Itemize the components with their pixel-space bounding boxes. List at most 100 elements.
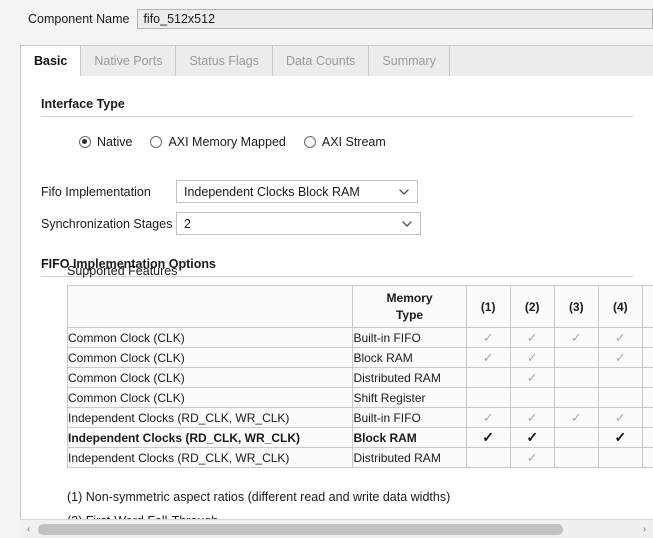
cell-memory-type: Block RAM bbox=[353, 428, 466, 448]
cell-memory-type: Block RAM bbox=[353, 348, 466, 368]
footnote-1: (1) Non-symmetric aspect ratios (differe… bbox=[67, 490, 450, 504]
check-icon: ✓ bbox=[571, 410, 582, 425]
tab-summary[interactable]: Summary bbox=[369, 46, 449, 76]
cell-support-2: ✓ bbox=[510, 348, 554, 368]
radio-axi-stream-icon bbox=[304, 136, 316, 148]
col-header-4: (4) bbox=[598, 286, 642, 328]
cell-feature: Independent Clocks (RD_CLK, WR_CLK) bbox=[68, 428, 353, 448]
radio-native-label: Native bbox=[97, 135, 132, 149]
cfg-dialog-root: Component Name fifo_512x512 Basic Native… bbox=[0, 0, 653, 538]
radio-axi-stream-label: AXI Stream bbox=[322, 135, 386, 149]
component-name-label: Component Name bbox=[28, 12, 129, 26]
cell-support-4 bbox=[598, 388, 642, 408]
horizontal-scrollbar[interactable]: ‹ › bbox=[20, 519, 653, 538]
cell-support-3 bbox=[554, 428, 598, 448]
check-icon: ✓ bbox=[527, 410, 538, 425]
basic-tab-panel: Interface Type Native AXI Memory Mapped … bbox=[20, 76, 653, 519]
scrollbar-thumb[interactable] bbox=[38, 524, 563, 535]
chevron-down-icon bbox=[399, 187, 408, 196]
table-row: Common Clock (CLK)Built-in FIFO✓✓✓✓✓ bbox=[68, 328, 653, 348]
component-name-bar: Component Name fifo_512x512 bbox=[0, 0, 653, 38]
tab-data-counts[interactable]: Data Counts bbox=[273, 46, 369, 76]
check-icon: ✓ bbox=[483, 330, 494, 345]
cell-support-1: ✓ bbox=[466, 428, 510, 448]
check-icon: ✓ bbox=[615, 350, 626, 365]
synchronization-stages-row: Synchronization Stages 2 bbox=[41, 212, 421, 235]
tab-status-flags[interactable]: Status Flags bbox=[176, 46, 272, 76]
check-icon: ✓ bbox=[482, 429, 494, 445]
table-row: Independent Clocks (RD_CLK, WR_CLK)Built… bbox=[68, 408, 653, 428]
component-name-input[interactable]: fifo_512x512 bbox=[137, 9, 653, 29]
col-header-feature bbox=[68, 286, 353, 328]
cell-support-1: ✓ bbox=[466, 348, 510, 368]
col-header-memory-type-line1: Memory bbox=[353, 290, 465, 306]
cell-support-3: ✓ bbox=[554, 408, 598, 428]
col-header-3: (3) bbox=[554, 286, 598, 328]
cell-support-2: ✓ bbox=[510, 328, 554, 348]
cell-support-5: ✓ bbox=[642, 428, 653, 448]
cell-support-2: ✓ bbox=[510, 368, 554, 388]
cell-support-4: ✓ bbox=[598, 328, 642, 348]
cell-feature: Independent Clocks (RD_CLK, WR_CLK) bbox=[68, 448, 353, 468]
cell-memory-type: Distributed RAM bbox=[353, 448, 466, 468]
check-icon: ✓ bbox=[615, 410, 626, 425]
synchronization-stages-select[interactable]: 2 bbox=[176, 212, 421, 235]
cell-support-3 bbox=[554, 388, 598, 408]
interface-type-rule bbox=[41, 116, 633, 117]
scrollbar-track[interactable] bbox=[38, 524, 635, 535]
table-row: Common Clock (CLK)Distributed RAM ✓ bbox=[68, 368, 653, 388]
cell-support-4: ✓ bbox=[598, 348, 642, 368]
radio-native[interactable]: Native bbox=[79, 135, 132, 149]
cell-memory-type: Shift Register bbox=[353, 388, 466, 408]
cell-support-1 bbox=[466, 368, 510, 388]
check-icon: ✓ bbox=[527, 330, 538, 345]
check-icon: ✓ bbox=[483, 410, 494, 425]
fifo-implementation-select[interactable]: Independent Clocks Block RAM bbox=[176, 180, 418, 203]
fifo-implementation-label: Fifo Implementation bbox=[41, 185, 176, 199]
chevron-down-icon bbox=[402, 219, 411, 228]
left-gutter bbox=[0, 38, 20, 538]
cell-support-2 bbox=[510, 388, 554, 408]
table-row: Common Clock (CLK)Shift Register bbox=[68, 388, 653, 408]
col-header-memory-type: Memory Type bbox=[353, 286, 466, 328]
cell-support-1: ✓ bbox=[466, 328, 510, 348]
cell-feature: Common Clock (CLK) bbox=[68, 388, 353, 408]
cell-feature: Common Clock (CLK) bbox=[68, 328, 353, 348]
tab-basic[interactable]: Basic bbox=[21, 46, 81, 76]
check-icon: ✓ bbox=[527, 350, 538, 365]
cell-support-5 bbox=[642, 368, 653, 388]
cell-feature: Common Clock (CLK) bbox=[68, 368, 353, 388]
col-header-1: (1) bbox=[466, 286, 510, 328]
cell-support-1 bbox=[466, 448, 510, 468]
cell-support-5: ✓ bbox=[642, 348, 653, 368]
cell-memory-type: Built-in FIFO bbox=[353, 408, 466, 428]
cell-support-4 bbox=[598, 448, 642, 468]
cell-support-2: ✓ bbox=[510, 428, 554, 448]
check-icon: ✓ bbox=[615, 330, 626, 345]
table-row: Common Clock (CLK)Block RAM✓✓✓✓ bbox=[68, 348, 653, 368]
cell-feature: Independent Clocks (RD_CLK, WR_CLK) bbox=[68, 408, 353, 428]
synchronization-stages-label: Synchronization Stages bbox=[41, 217, 176, 231]
cell-support-5 bbox=[642, 448, 653, 468]
supported-features-label: Supported Features bbox=[67, 264, 178, 278]
fifo-implementation-row: Fifo Implementation Independent Clocks B… bbox=[41, 180, 418, 203]
table-header-row: Memory Type (1) (2) (3) (4) (5) bbox=[68, 286, 653, 328]
cell-feature: Common Clock (CLK) bbox=[68, 348, 353, 368]
interface-type-radio-group: Native AXI Memory Mapped AXI Stream bbox=[79, 135, 404, 149]
radio-axi-memory-mapped-label: AXI Memory Mapped bbox=[168, 135, 285, 149]
table-row: Independent Clocks (RD_CLK, WR_CLK)Block… bbox=[68, 428, 653, 448]
cell-support-3 bbox=[554, 448, 598, 468]
tab-native-ports[interactable]: Native Ports bbox=[81, 46, 176, 76]
check-icon: ✓ bbox=[526, 429, 538, 445]
cell-support-4 bbox=[598, 368, 642, 388]
scroll-right-arrow-icon[interactable]: › bbox=[636, 521, 653, 538]
radio-axi-stream[interactable]: AXI Stream bbox=[304, 135, 386, 149]
cell-support-4: ✓ bbox=[598, 428, 642, 448]
cell-support-4: ✓ bbox=[598, 408, 642, 428]
radio-axi-memory-mapped[interactable]: AXI Memory Mapped bbox=[150, 135, 285, 149]
col-header-5: (5) bbox=[642, 286, 653, 328]
cell-memory-type: Distributed RAM bbox=[353, 368, 466, 388]
cell-support-5 bbox=[642, 388, 653, 408]
scroll-left-arrow-icon[interactable]: ‹ bbox=[20, 521, 37, 538]
supported-features-table-wrap: Memory Type (1) (2) (3) (4) (5) Common C… bbox=[67, 285, 653, 468]
